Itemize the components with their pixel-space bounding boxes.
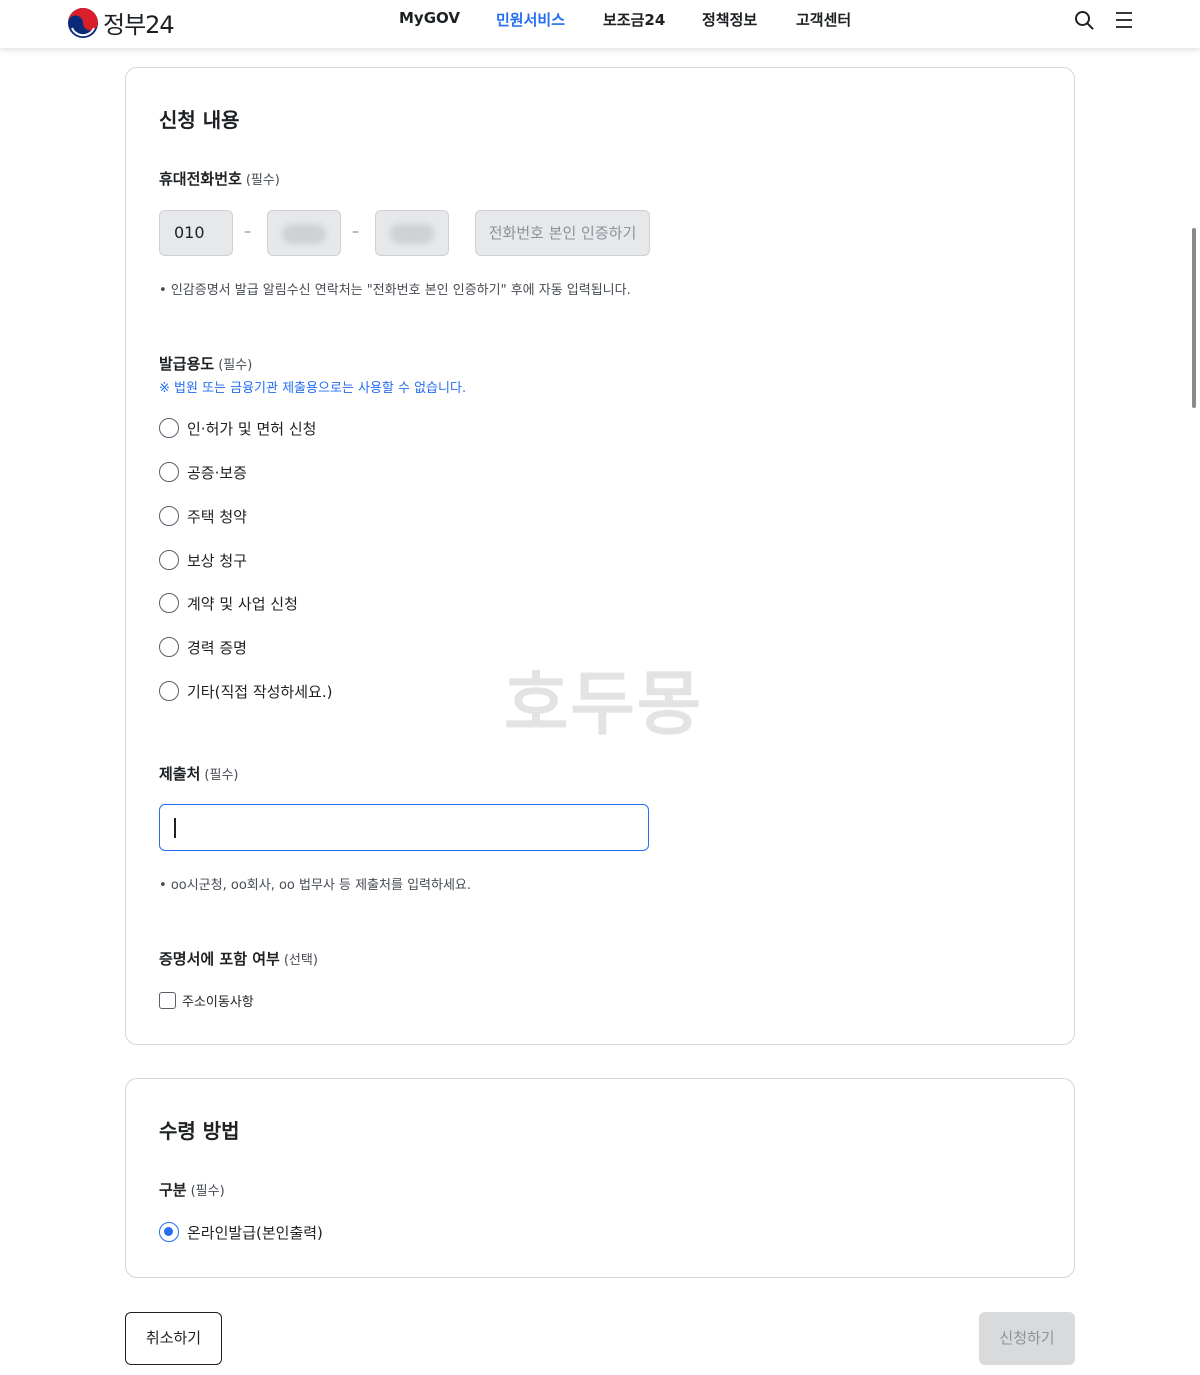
nav-mygov[interactable]: MyGOV [399,9,460,27]
purpose-option-label: 계약 및 사업 신청 [187,594,298,613]
nav-customer-center[interactable]: 고객센터 [796,9,851,30]
phone-note-text: 인감증명서 발급 알림수신 연락처는 "전화번호 본인 인증하기" 후에 자동 … [170,283,631,298]
receive-option-online[interactable]: 온라인발급(본인출력) [159,1220,323,1244]
page-scrollbar[interactable] [1192,228,1196,408]
submit-to-input[interactable] [159,804,649,851]
purpose-label-text: 발급용도 [159,355,215,373]
apply-content-card: 신청 내용 휴대전화번호 (필수) 010 – – 전화번호 본인 인증하기 • … [125,67,1075,1045]
nav-subsidy24[interactable]: 보조금24 [603,9,665,30]
blurred-value [390,224,434,244]
text-cursor [174,818,176,838]
address-history-label: 주소이동사항 [182,995,254,1010]
submit-to-label-text: 제출처 [159,765,201,783]
purpose-option[interactable]: 주택 청약 [159,504,247,528]
submit-to-note-text: oo시군청, oo회사, oo 법무사 등 제출처를 입력하세요. [170,878,472,893]
purpose-option[interactable]: 보상 청구 [159,548,247,572]
apply-section-title: 신청 내용 [159,108,240,132]
purpose-label: 발급용도 (필수) [159,353,252,374]
radio-button[interactable] [159,418,179,438]
include-optional-tag: (선택) [283,953,318,968]
nav-policy-info[interactable]: 정책정보 [702,9,757,30]
radio-button[interactable] [159,506,179,526]
radio-button[interactable] [159,681,179,701]
receive-section-title: 수령 방법 [159,1119,240,1143]
submit-to-required-tag: (필수) [204,768,239,783]
address-history-checkbox[interactable] [159,992,176,1009]
receive-method-card: 수령 방법 구분 (필수) 온라인발급(본인출력) [125,1078,1075,1278]
watermark: 호두몽 [504,663,704,745]
phone-middle-field[interactable] [267,210,341,256]
phone-prefix-field[interactable]: 010 [159,210,233,256]
submit-button[interactable]: 신청하기 [979,1312,1075,1365]
phone-verify-button[interactable]: 전화번호 본인 인증하기 [475,210,650,256]
receive-type-label-text: 구분 [159,1181,187,1199]
main-nav: MyGOV 민원서비스 보조금24 정책정보 고객센터 [0,9,1200,33]
nav-civil-service[interactable]: 민원서비스 [496,9,565,30]
radio-button[interactable] [159,462,179,482]
phone-last-field[interactable] [375,210,449,256]
submit-to-label: 제출처 (필수) [159,763,238,784]
phone-label: 휴대전화번호 (필수) [159,168,280,189]
radio-button[interactable] [159,637,179,657]
purpose-option[interactable]: 기타(직접 작성하세요.) [159,679,332,703]
purpose-option-label: 공증·보증 [187,463,247,482]
purpose-option[interactable]: 공증·보증 [159,460,247,484]
cancel-button[interactable]: 취소하기 [125,1312,222,1365]
include-label: 증명서에 포함 여부 (선택) [159,948,318,969]
purpose-option[interactable]: 계약 및 사업 신청 [159,591,298,615]
search-icon[interactable] [1072,8,1096,32]
purpose-option-label: 경력 증명 [187,638,247,657]
phone-label-text: 휴대전화번호 [159,170,242,188]
purpose-warning: ※ 법원 또는 금융기관 제출용으로는 사용할 수 없습니다. [159,381,467,396]
purpose-required-tag: (필수) [218,358,253,373]
menu-icon[interactable] [1112,8,1136,32]
site-header: 정부24 MyGOV 민원서비스 보조금24 정책정보 고객센터 [0,0,1200,48]
phone-separator: – [244,224,251,240]
phone-separator: – [352,224,359,240]
receive-required-tag: (필수) [190,1184,225,1199]
purpose-option-label: 주택 청약 [187,507,247,526]
purpose-option[interactable]: 인·허가 및 면허 신청 [159,416,316,440]
address-history-option[interactable]: 주소이동사항 [159,991,254,1010]
radio-button[interactable] [159,593,179,613]
purpose-option-label: 인·허가 및 면허 신청 [187,419,317,438]
include-label-text: 증명서에 포함 여부 [159,950,280,968]
receive-type-label: 구분 (필수) [159,1179,225,1200]
radio-button-selected[interactable] [159,1222,179,1242]
radio-button[interactable] [159,550,179,570]
phone-required-tag: (필수) [245,173,280,188]
blurred-value [282,224,326,244]
purpose-option[interactable]: 경력 증명 [159,635,247,659]
submit-to-note: • oo시군청, oo회사, oo 법무사 등 제출처를 입력하세요. [159,878,472,893]
phone-note: • 인감증명서 발급 알림수신 연락처는 "전화번호 본인 인증하기" 후에 자… [159,283,631,298]
purpose-option-label: 기타(직접 작성하세요.) [187,682,333,701]
receive-option-label: 온라인발급(본인출력) [187,1223,323,1242]
purpose-option-label: 보상 청구 [187,551,247,570]
